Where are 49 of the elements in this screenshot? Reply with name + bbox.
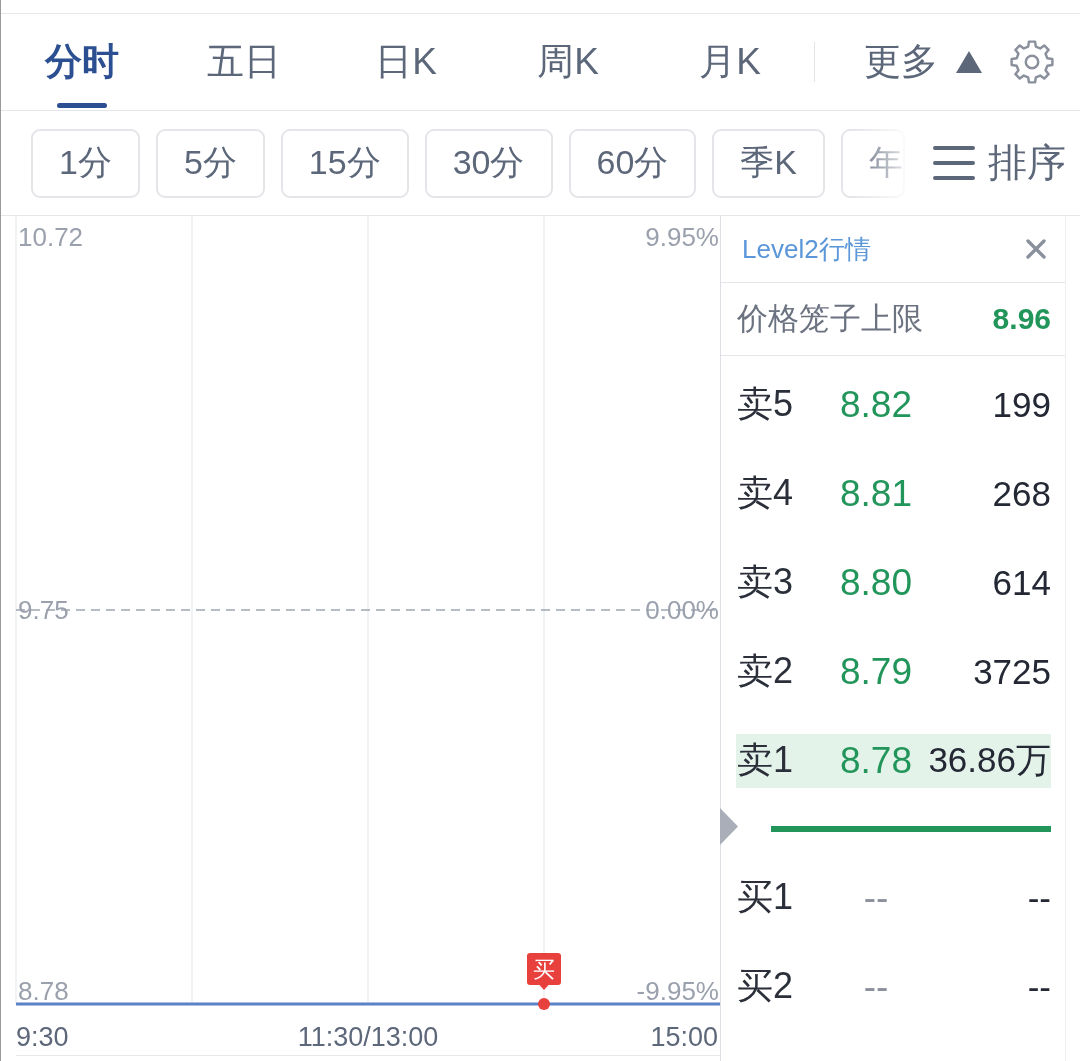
dot-icon [538,998,550,1010]
price-value: 8.82 [839,383,913,426]
level-label: 买2 [737,964,795,1008]
level-label: 卖4 [737,471,795,515]
period-button[interactable]: 1分 [31,128,140,198]
period-button[interactable]: 季K [712,128,825,198]
level-label: 买1 [737,875,795,919]
volume-value: 199 [991,384,1051,425]
volume-value: 268 [991,473,1051,514]
price-value: 8.81 [839,472,913,515]
chart-tab[interactable]: 月K [649,14,811,110]
price-value: 8.80 [839,561,913,604]
volume-value: -- [1026,877,1051,918]
chart-tab[interactable]: 分时 [1,14,163,110]
price-cage-label: 价格笼子上限 [737,300,923,338]
volume-value: 36.86万 [927,739,1051,781]
volume-value: -- [1026,966,1051,1007]
price-axis-label: 8.78 [18,976,69,1006]
volume-value: 3725 [972,651,1051,692]
volume-value: 614 [991,562,1051,603]
settings-icon[interactable] [1009,39,1055,85]
chart-tab[interactable]: 日K [325,14,487,110]
time-axis-label: 9:30 [16,1022,69,1052]
price-value: -- [862,876,890,919]
chart-tab[interactable]: 周K [487,14,649,110]
price-value: -- [862,965,890,1008]
level-label: 卖3 [737,560,795,604]
time-axis-label: 15:00 [650,1022,718,1052]
chart-tab[interactable]: 五日 [163,14,325,110]
level-label: 卖2 [737,649,795,693]
period-button[interactable]: 15分 [280,128,409,198]
level-label: 卖5 [737,382,795,426]
time-axis-label: 11:30/13:00 [297,1022,439,1052]
price-cage-value: 8.96 [992,302,1051,336]
percent-axis-label: -9.95% [636,976,719,1006]
price-value: 8.78 [839,739,913,782]
sort-button[interactable]: 排序 [930,136,1066,190]
triangle-icon[interactable] [720,808,738,845]
menu-icon [933,146,975,180]
close-icon[interactable] [1026,239,1046,259]
panel-title: Level2行情 [742,232,871,266]
more-button[interactable]: 更多 [864,37,982,87]
period-button[interactable]: 60分 [568,128,697,198]
percent-axis-label: 9.95% [645,222,719,252]
period-button[interactable]: 5分 [155,128,265,198]
price-axis-label: 10.72 [18,222,84,252]
period-button[interactable]: 30分 [424,128,553,198]
level-label: 卖1 [737,738,795,782]
price-value: 8.79 [839,650,913,693]
